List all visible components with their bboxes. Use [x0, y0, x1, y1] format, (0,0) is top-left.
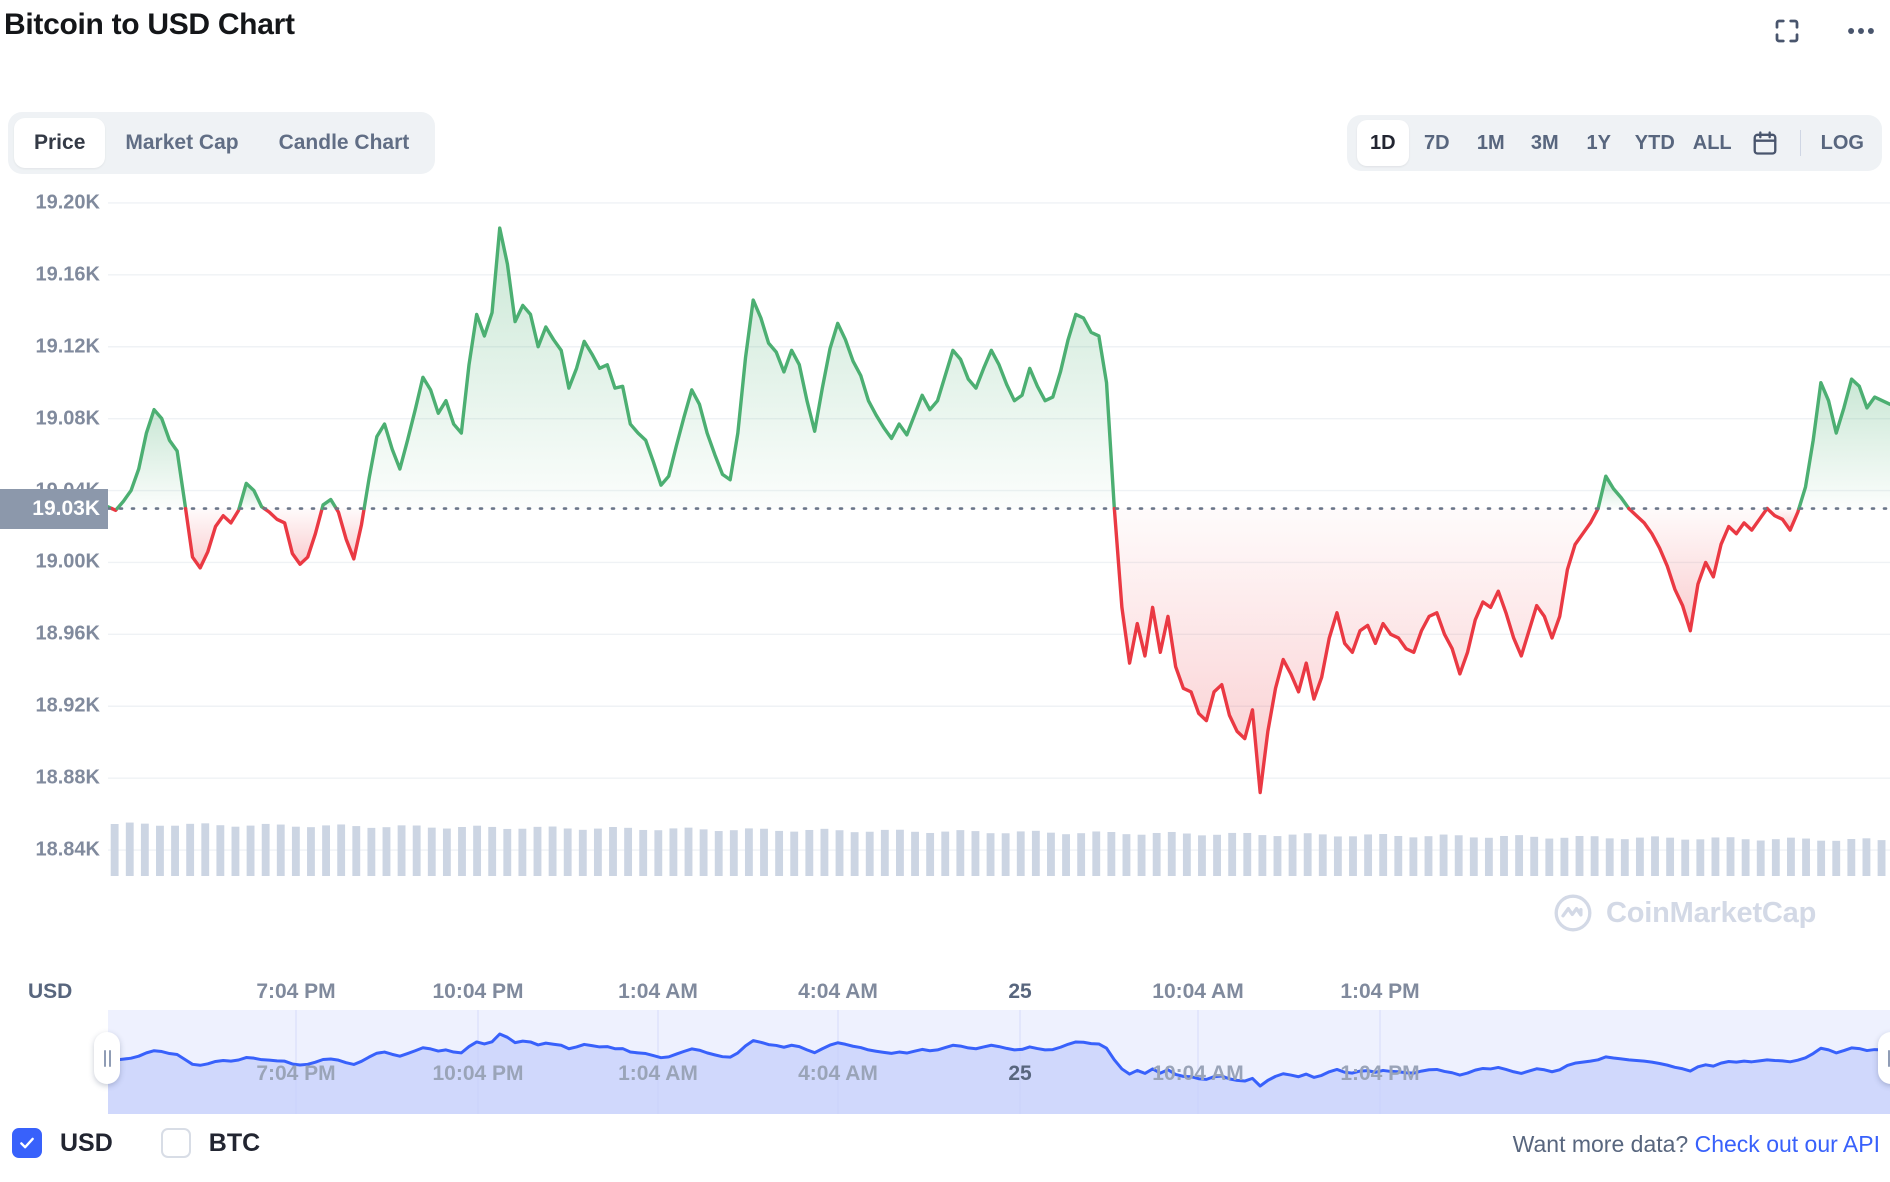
btc-checkbox[interactable]: [160, 1128, 191, 1158]
toolbar-divider: [1799, 130, 1801, 156]
more-options-icon[interactable]: [1844, 14, 1878, 48]
y-axis-labels: 19.20K19.16K19.12K19.08K19.04K19.00K18.9…: [0, 176, 108, 876]
y-axis-tick: 18.84K: [35, 838, 101, 861]
api-link[interactable]: Check out our API: [1695, 1131, 1880, 1157]
api-prompt-text: Want more data?: [1512, 1131, 1689, 1157]
y-axis-tick: 19.16K: [35, 263, 101, 286]
navigator-x-tick: 7:04 PM: [256, 1062, 336, 1085]
header-icon-group: [1770, 14, 1878, 48]
navigator-x-tick: 1:04 AM: [618, 1062, 698, 1085]
log-scale-toggle[interactable]: LOG: [1813, 120, 1872, 166]
x-axis-tick: 7:04 PM: [256, 980, 336, 1003]
range-ytd[interactable]: YTD: [1627, 120, 1683, 166]
check-icon: [20, 1137, 34, 1149]
coinmarketcap-watermark: CoinMarketCap: [1552, 892, 1816, 934]
watermark-text: CoinMarketCap: [1606, 896, 1817, 929]
x-axis-tick: 10:04 AM: [1152, 980, 1244, 1003]
tab-candle-chart[interactable]: Candle Chart: [259, 118, 430, 168]
range-7d[interactable]: 7D: [1411, 120, 1463, 166]
legend-item-btc[interactable]: BTC: [160, 1128, 261, 1158]
legend-item-usd[interactable]: USD: [12, 1128, 113, 1158]
y-axis-tick: 18.92K: [35, 694, 101, 717]
navigator-x-tick: 1:04 PM: [1340, 1062, 1420, 1085]
x-axis-tick: 1:04 AM: [618, 980, 698, 1003]
tab-market-cap[interactable]: Market Cap: [105, 118, 258, 168]
navigator-x-tick: 25: [1008, 1062, 1032, 1085]
navigator-right-handle[interactable]: [1878, 1032, 1890, 1084]
currency-axis-label: USD: [28, 980, 73, 1003]
range-1d[interactable]: 1D: [1356, 120, 1409, 166]
current-price-badge: 19.03K: [0, 488, 108, 529]
range-selector-group: 1D 7D 1M 3M 1Y YTD ALL LOG: [1346, 115, 1882, 171]
chart-plot-area: 19.20K19.16K19.12K19.08K19.04K19.00K18.9…: [0, 176, 1890, 986]
tab-price[interactable]: Price: [14, 118, 106, 168]
currency-legend: USD BTC: [12, 1128, 260, 1158]
chart-navigator[interactable]: 7:04 PM 10:04 PM 1:04 AM 4:04 AM 25 10:04 AM 1…: [94, 1010, 1890, 1114]
usd-checkbox[interactable]: [12, 1128, 42, 1158]
navigator-left-handle[interactable]: [94, 1032, 120, 1084]
y-axis-tick: 19.08K: [35, 407, 101, 430]
x-axis-tick: 1:04 PM: [1340, 980, 1420, 1003]
chart-header: Bitcoin to USD Chart: [0, 0, 1890, 76]
range-1y[interactable]: 1Y: [1573, 120, 1625, 166]
calendar-icon[interactable]: [1742, 120, 1788, 166]
bitcoin-price-chart-widget: Bitcoin to USD Chart Price Market Cap Ca…: [0, 0, 1890, 1182]
navigator-svg[interactable]: [108, 1010, 1890, 1114]
y-axis-tick: 19.20K: [35, 191, 101, 214]
y-axis-tick: 18.96K: [35, 622, 101, 645]
navigator-x-tick: 4:04 AM: [798, 1062, 878, 1085]
range-1m[interactable]: 1M: [1465, 120, 1517, 166]
x-axis-tick: 4:04 AM: [798, 980, 878, 1003]
price-chart-svg[interactable]: [108, 176, 1890, 876]
page-title: Bitcoin to USD Chart: [4, 8, 295, 41]
range-all[interactable]: ALL: [1685, 120, 1740, 166]
navigator-x-tick: 10:04 PM: [432, 1062, 524, 1085]
x-axis-tick: 25: [1008, 980, 1032, 1003]
range-3m[interactable]: 3M: [1519, 120, 1571, 166]
y-axis-tick: 18.88K: [35, 766, 101, 789]
y-axis-tick: 19.12K: [35, 335, 101, 358]
chart-footer: USD BTC Want more data? Check out our AP…: [0, 1128, 1890, 1182]
legend-label-btc: BTC: [208, 1128, 261, 1157]
legend-label-usd: USD: [60, 1128, 113, 1157]
x-axis-tick: 10:04 PM: [432, 980, 524, 1003]
fullscreen-icon[interactable]: [1770, 14, 1804, 48]
navigator-x-tick: 10:04 AM: [1152, 1062, 1244, 1085]
chart-toolbar: Price Market Cap Candle Chart 1D 7D 1M 3…: [0, 112, 1890, 174]
api-note: Want more data? Check out our API: [1513, 1131, 1880, 1158]
y-axis-tick: 19.00K: [35, 550, 101, 573]
coinmarketcap-logo-icon: [1554, 894, 1592, 932]
view-tab-group: Price Market Cap Candle Chart: [8, 112, 436, 174]
